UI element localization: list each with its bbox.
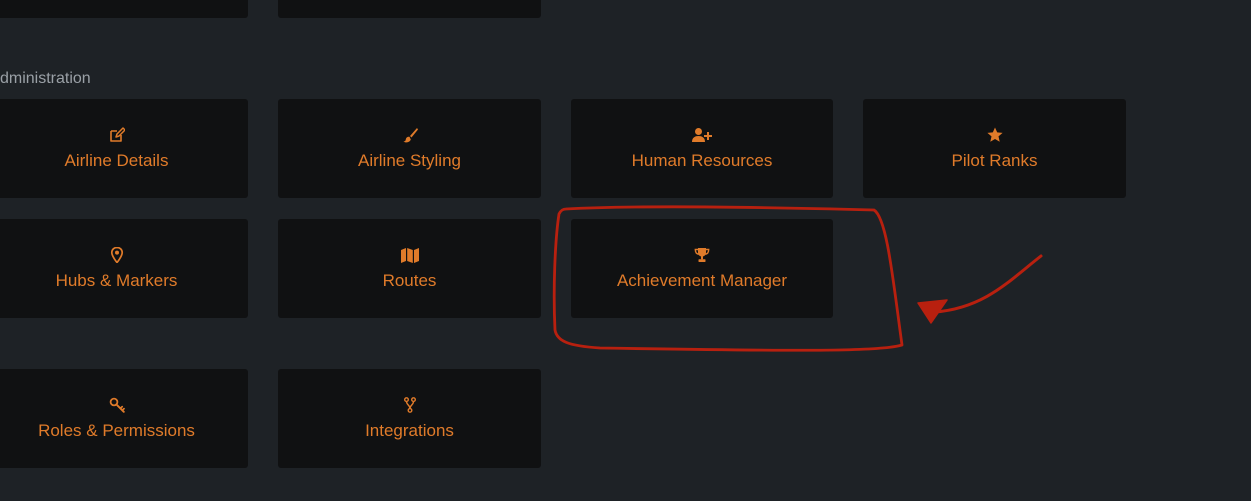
airline-styling-tile[interactable]: Airline Styling xyxy=(278,99,541,198)
key-icon xyxy=(0,397,248,413)
user-plus-icon xyxy=(571,127,833,143)
tile-partial-top-second[interactable] xyxy=(278,0,541,18)
annotation-arrow-line xyxy=(933,254,1043,314)
paint-brush-icon xyxy=(278,127,541,143)
edit-icon xyxy=(0,127,248,143)
human-resources-label: Human Resources xyxy=(631,151,773,170)
trophy-icon xyxy=(571,247,833,263)
roles-permissions-tile[interactable]: Roles & Permissions xyxy=(0,369,248,468)
integrations-label: Integrations xyxy=(365,421,454,440)
pilot-ranks-tile[interactable]: Pilot Ranks xyxy=(863,99,1126,198)
code-branch-icon xyxy=(278,397,541,413)
pilot-ranks-label: Pilot Ranks xyxy=(951,151,1038,170)
routes-label: Routes xyxy=(382,271,437,290)
roles-permissions-label: Roles & Permissions xyxy=(38,421,195,440)
routes-tile[interactable]: Routes xyxy=(278,219,541,318)
airline-details-label: Airline Details xyxy=(64,151,169,170)
hubs-markers-label: Hubs & Markers xyxy=(55,271,178,290)
hubs-markers-tile[interactable]: Hubs & Markers xyxy=(0,219,248,318)
achievement-manager-label: Achievement Manager xyxy=(616,271,788,290)
map-icon xyxy=(278,247,541,263)
achievement-manager-tile[interactable]: Achievement Manager xyxy=(571,219,833,318)
airline-styling-label: Airline Styling xyxy=(358,151,461,170)
tile-partial-top-left[interactable] xyxy=(0,0,248,18)
annotation-arrowhead xyxy=(917,299,948,324)
star-icon xyxy=(863,127,1126,143)
integrations-tile[interactable]: Integrations xyxy=(278,369,541,468)
section-title: dministration xyxy=(0,70,91,87)
airline-details-tile[interactable]: Airline Details xyxy=(0,99,248,198)
human-resources-tile[interactable]: Human Resources xyxy=(571,99,833,198)
map-marker-icon xyxy=(0,247,248,263)
